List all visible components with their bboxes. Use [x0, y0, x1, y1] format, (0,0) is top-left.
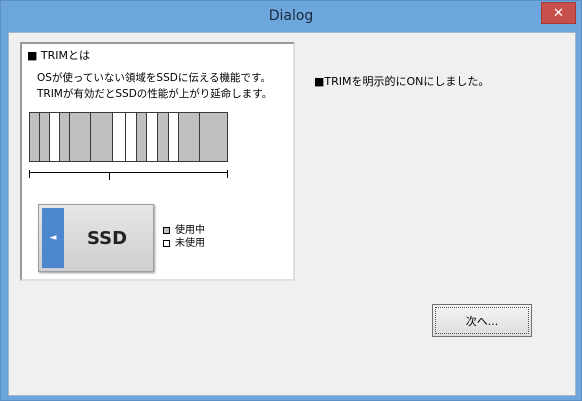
trim-info-panel: ■ TRIMとは OSが使っていない領域をSSDに伝える機能です。 TRIMが有…	[20, 42, 295, 281]
storage-block	[178, 112, 200, 162]
ssd-drive-image: ◄ SSD	[38, 204, 154, 272]
storage-block	[112, 112, 126, 162]
ssd-label: SSD	[86, 227, 128, 249]
title-bar[interactable]: Dialog ✕	[1, 1, 581, 33]
dialog-window: Dialog ✕ ■ TRIMとは OSが使っていない領域をSSDに伝える機能で…	[0, 0, 582, 401]
used-swatch-icon	[163, 227, 170, 234]
storage-block	[90, 112, 113, 162]
dialog-client-area: ■ TRIMとは OSが使っていない領域をSSDに伝える機能です。 TRIMが有…	[8, 32, 576, 396]
window-title: Dialog	[268, 8, 314, 24]
legend-item-used: 使用中	[163, 224, 205, 237]
next-button[interactable]: 次へ...	[432, 304, 532, 337]
storage-block	[199, 112, 228, 162]
storage-block	[69, 112, 91, 162]
panel-heading: ■ TRIMとは	[27, 49, 90, 62]
unused-swatch-icon	[163, 240, 170, 247]
bracket-icon	[29, 170, 228, 180]
legend-label: 未使用	[175, 238, 205, 249]
arrow-left-icon: ◄	[42, 208, 64, 268]
legend: 使用中 未使用	[163, 224, 205, 250]
status-message: ■TRIMを明示的にONにしました。	[314, 75, 490, 88]
legend-label: 使用中	[175, 225, 205, 236]
panel-description: OSが使っていない領域をSSDに伝える機能です。 TRIMが有効だとSSDの性能…	[37, 72, 273, 100]
legend-item-unused: 未使用	[163, 237, 205, 250]
close-button[interactable]: ✕	[541, 2, 576, 24]
storage-block-map	[29, 112, 228, 162]
